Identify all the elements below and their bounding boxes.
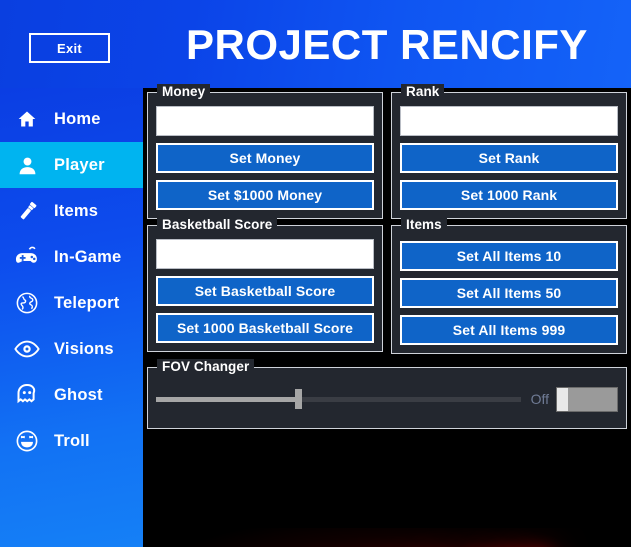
sidebar-item-home[interactable]: Home [0, 96, 143, 142]
cheat-groups-grid: Money Set Money Set $1000 Money Basketba… [147, 84, 627, 360]
basketball-score-group: Basketball Score Set Basketball Score Se… [147, 217, 383, 352]
fov-toggle-knob [557, 387, 568, 411]
exit-button[interactable]: Exit [29, 33, 110, 63]
sidebar-item-label: Visions [54, 339, 114, 358]
sidebar-item-troll[interactable]: Troll [0, 418, 143, 464]
sidebar-item-ghost[interactable]: Ghost [0, 372, 143, 418]
fov-toggle-state-label: Off [530, 391, 549, 407]
set-rank-button[interactable]: Set Rank [400, 143, 618, 173]
left-column: Money Set Money Set $1000 Money Basketba… [147, 84, 383, 360]
money-input[interactable] [156, 106, 374, 136]
fov-toggle-switch[interactable] [556, 386, 618, 412]
sidebar-item-in-game[interactable]: In-Game [0, 234, 143, 280]
sidebar-item-label: In-Game [54, 247, 122, 266]
fov-changer-group: FOV Changer Off [147, 359, 627, 429]
sidebar-item-label: Items [54, 201, 99, 220]
fov-controls-row: Off [156, 386, 618, 412]
basketball-score-group-title: Basketball Score [157, 217, 278, 232]
rank-group-title: Rank [401, 84, 445, 99]
application-window: Exit PROJECT RENCIFY Home Player Items I… [0, 0, 631, 547]
money-group-title: Money [157, 84, 211, 99]
sidebar-nav: Home Player Items In-Game Teleport Visio… [0, 88, 143, 547]
fov-changer-group-title: FOV Changer [157, 359, 255, 374]
sidebar-item-label: Player [54, 155, 105, 174]
watermark-banner: HELLS-HACK.COM [143, 528, 631, 547]
set-1000-basketball-score-button[interactable]: Set 1000 Basketball Score [156, 313, 374, 343]
sidebar-item-visions[interactable]: Visions [0, 326, 143, 372]
sidebar-item-teleport[interactable]: Teleport [0, 280, 143, 326]
set-1000-money-button[interactable]: Set $1000 Money [156, 180, 374, 210]
set-all-items-10-button[interactable]: Set All Items 10 [400, 241, 618, 271]
ghost-icon [10, 380, 44, 410]
rank-input[interactable] [400, 106, 618, 136]
main-content: Money Set Money Set $1000 Money Basketba… [143, 84, 631, 547]
sidebar-item-label: Troll [54, 431, 90, 450]
sidebar-item-label: Teleport [54, 293, 120, 312]
sidebar-item-player[interactable]: Player [0, 142, 143, 188]
person-icon [10, 150, 44, 180]
sidebar-item-items[interactable]: Items [0, 188, 143, 234]
laughing-face-icon [10, 426, 44, 456]
fov-slider[interactable] [156, 388, 521, 410]
basketball-score-input[interactable] [156, 239, 374, 269]
sidebar-item-label: Home [54, 109, 101, 128]
set-all-items-50-button[interactable]: Set All Items 50 [400, 278, 618, 308]
eye-icon [10, 334, 44, 364]
fov-slider-fill [156, 397, 299, 402]
title-bar: Exit PROJECT RENCIFY [0, 0, 631, 88]
right-column: Rank Set Rank Set 1000 Rank Items Set Al… [391, 84, 627, 360]
money-group: Money Set Money Set $1000 Money [147, 84, 383, 219]
set-all-items-999-button[interactable]: Set All Items 999 [400, 315, 618, 345]
gamepad-icon [10, 242, 44, 272]
fov-slider-thumb[interactable] [295, 389, 303, 409]
set-money-button[interactable]: Set Money [156, 143, 374, 173]
rank-group: Rank Set Rank Set 1000 Rank [391, 84, 627, 219]
globe-icon [10, 288, 44, 318]
sidebar-item-label: Ghost [54, 385, 103, 404]
set-1000-rank-button[interactable]: Set 1000 Rank [400, 180, 618, 210]
flashlight-icon [10, 196, 44, 226]
page-title: PROJECT RENCIFY [186, 21, 588, 68]
items-group-title: Items [401, 217, 447, 232]
home-icon [10, 104, 44, 134]
set-basketball-score-button[interactable]: Set Basketball Score [156, 276, 374, 306]
items-group: Items Set All Items 10 Set All Items 50 … [391, 217, 627, 354]
